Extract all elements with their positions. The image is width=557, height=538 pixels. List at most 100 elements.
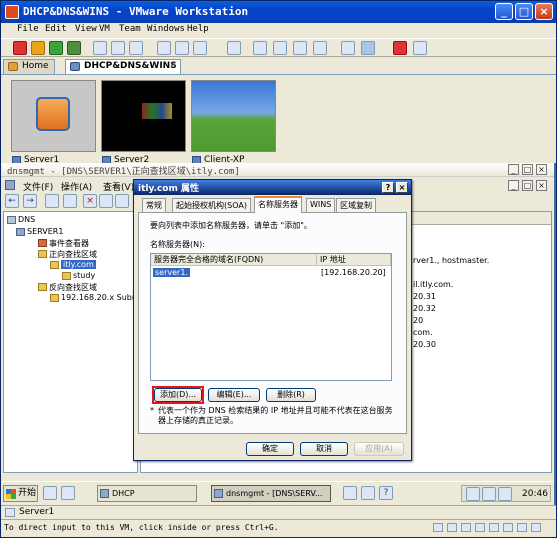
remove-button[interactable]: 删除(R)	[266, 388, 316, 402]
up-folder-icon[interactable]	[45, 194, 59, 208]
tray-icon[interactable]	[498, 487, 512, 501]
forward-icon[interactable]: →	[23, 194, 37, 208]
menu-team[interactable]: Team	[119, 24, 141, 34]
tree-node-itly-com[interactable]: itly.com	[50, 260, 96, 269]
menu-file[interactable]: 文件(F)	[23, 180, 53, 193]
menu-view[interactable]: 查看(V)	[103, 180, 134, 193]
menu-view[interactable]: View	[75, 24, 97, 34]
tray-help-icon[interactable]: ?	[379, 486, 393, 500]
menu-vm[interactable]: VM	[99, 24, 110, 34]
column-fqdn[interactable]: 服务器完全合格的域名(FQDN)	[151, 254, 317, 266]
delete-icon[interactable]: ×	[83, 194, 97, 208]
help-button[interactable]: ?	[382, 182, 394, 193]
system-tray: 20:46	[461, 485, 551, 502]
vmware-menu-bar: File Edit View VM Team Windows Help	[1, 23, 556, 38]
tray-network-icon[interactable]	[343, 486, 357, 500]
tab-wins[interactable]: WINS	[306, 198, 336, 212]
tree-node-event-viewer[interactable]: 事件查看器	[38, 238, 89, 249]
tab-soa[interactable]: 起始授权机构(SOA)	[172, 198, 251, 212]
close-button[interactable]: ×	[535, 3, 553, 20]
list-item-fqdn[interactable]: server1.	[153, 268, 190, 277]
child-minimize-button[interactable]: _	[508, 180, 519, 191]
usb-icon[interactable]	[489, 523, 499, 532]
vmware-title-bar: DHCP&DNS&WINS - VMware Workstation _ □ ×	[1, 1, 556, 23]
ok-button[interactable]: 确定	[246, 442, 294, 456]
refresh-icon[interactable]	[115, 194, 129, 208]
tab-general[interactable]: 常规	[142, 198, 166, 212]
tab-home[interactable]: Home	[3, 59, 55, 74]
folder-icon	[62, 272, 71, 280]
menu-edit[interactable]: Edit	[45, 24, 67, 34]
full-screen-icon[interactable]	[361, 41, 375, 55]
revert-snapshot-icon[interactable]	[111, 41, 125, 55]
show-tree-icon[interactable]	[63, 194, 77, 208]
thumbnail-server2[interactable]: Server2	[101, 80, 186, 165]
tab-zone-transfers[interactable]: 区域复制	[336, 198, 376, 212]
maximize-button[interactable]: □	[515, 3, 533, 20]
taskbar-item-dnsmgmt[interactable]: dnsmgmt - [DNS\SERV...	[211, 485, 331, 502]
menu-action[interactable]: 操作(A)	[61, 180, 92, 193]
team-icon[interactable]	[175, 41, 189, 55]
clone-icon[interactable]	[157, 41, 171, 55]
menu-windows[interactable]: Windows	[147, 24, 185, 34]
reset-icon[interactable]	[67, 41, 81, 55]
child-restore-button[interactable]: □	[522, 180, 533, 191]
taskbar-item-dhcp[interactable]: DHCP	[97, 485, 197, 502]
settings-icon[interactable]	[413, 41, 427, 55]
close-button[interactable]: ×	[536, 164, 547, 175]
tree-node-server1[interactable]: SERVER1	[16, 227, 63, 236]
name-servers-list[interactable]: 服务器完全合格的域名(FQDN) IP 地址 server1. [192.168…	[150, 253, 392, 381]
quick-launch-ie-icon[interactable]	[61, 486, 75, 500]
tree-node-study[interactable]: study	[62, 271, 95, 280]
apply-button[interactable]: 应用(A)	[354, 442, 404, 456]
thumbnail-client-xp[interactable]: Client-XP	[191, 80, 276, 165]
thumbnail-server1[interactable]: Server1	[11, 80, 96, 165]
network-icon[interactable]	[475, 523, 485, 532]
tree-node-reverse-subnet[interactable]: 192.168.20.x Subne	[50, 293, 142, 302]
suspend-icon[interactable]	[31, 41, 45, 55]
start-button[interactable]: 开始	[3, 485, 38, 502]
hard-disk-icon[interactable]	[433, 523, 443, 532]
console-icon[interactable]	[313, 41, 327, 55]
sidebar-icon[interactable]	[253, 41, 267, 55]
close-tab-icon[interactable]: ×	[169, 60, 177, 70]
column-ip[interactable]: IP 地址	[317, 254, 391, 266]
power-off-icon[interactable]	[13, 41, 27, 55]
replay-icon[interactable]	[193, 41, 207, 55]
child-close-button[interactable]: ×	[536, 180, 547, 191]
close-button[interactable]: ×	[396, 182, 408, 193]
tray-icon[interactable]	[466, 487, 480, 501]
summary-icon[interactable]	[293, 41, 307, 55]
properties-icon[interactable]	[99, 194, 113, 208]
windows-logo-icon	[6, 489, 16, 499]
tray-ie-icon[interactable]	[361, 486, 375, 500]
snapshot-manager-icon[interactable]	[129, 41, 143, 55]
capture-icon[interactable]	[227, 41, 241, 55]
floppy-icon[interactable]	[461, 523, 471, 532]
thumbnail-icon[interactable]	[341, 41, 355, 55]
minimize-button[interactable]: _	[495, 3, 513, 20]
vmware-toolbar	[1, 38, 556, 57]
tab-name-servers[interactable]: 名称服务器	[254, 196, 302, 213]
menu-help[interactable]: Help	[187, 24, 209, 34]
menu-file[interactable]: File	[17, 24, 39, 34]
tree-node-reverse-zones[interactable]: 反向查找区域	[38, 282, 97, 293]
tree-node-forward-zones[interactable]: 正向查找区域	[38, 249, 97, 260]
tree-node-dns[interactable]: DNS	[7, 215, 35, 224]
sound-icon[interactable]	[503, 523, 513, 532]
printer-icon[interactable]	[517, 523, 527, 532]
back-icon[interactable]: ←	[5, 194, 19, 208]
edit-button[interactable]: 编辑(E)...	[208, 388, 260, 402]
cancel-button[interactable]: 取消	[300, 442, 348, 456]
tab-vm[interactable]: DHCP&DNS&WINS ×	[65, 59, 181, 74]
tray-icon[interactable]	[482, 487, 496, 501]
power-on-icon[interactable]	[49, 41, 63, 55]
snapshot-icon[interactable]	[93, 41, 107, 55]
minimize-button[interactable]: _	[508, 164, 519, 175]
cd-rom-icon[interactable]	[447, 523, 457, 532]
quick-switch-icon[interactable]	[273, 41, 287, 55]
maximize-button[interactable]: □	[522, 164, 533, 175]
record-icon[interactable]	[393, 41, 407, 55]
quick-launch-explorer-icon[interactable]	[43, 486, 57, 500]
message-icon[interactable]	[531, 523, 541, 532]
